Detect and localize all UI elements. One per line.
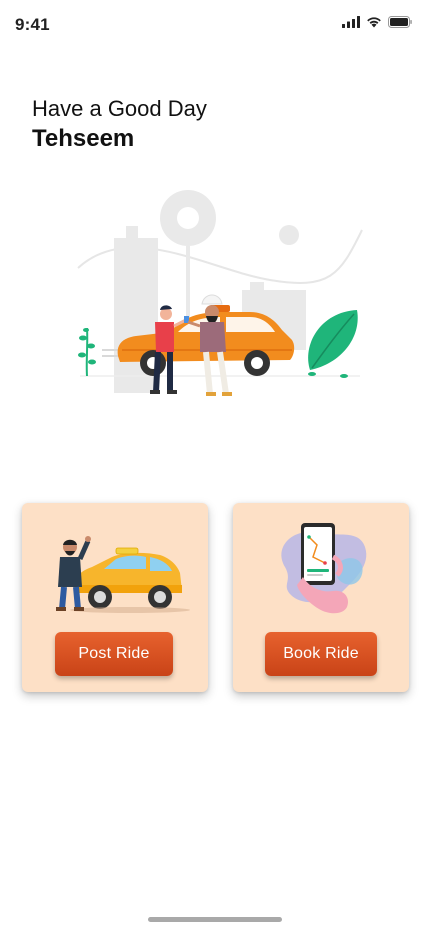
hero-taxi-illustration [77, 190, 363, 396]
wifi-icon [367, 17, 381, 28]
signal-icon [342, 16, 360, 28]
phone-booking-illustration [281, 523, 367, 614]
post-ride-card[interactable]: Post Ride [22, 503, 208, 692]
status-bar: 9:41 [0, 0, 430, 52]
post-ride-button[interactable]: Post Ride [55, 632, 173, 676]
home-indicator[interactable] [148, 917, 282, 922]
taxi-driver-illustration [56, 536, 190, 613]
battery-icon [388, 16, 412, 28]
book-ride-button[interactable]: Book Ride [265, 632, 377, 676]
greeting-text: Have a Good Day [32, 96, 207, 121]
book-ride-card[interactable]: Book Ride [233, 503, 409, 692]
username-text: Tehseem [32, 125, 135, 152]
status-time: 9:41 [15, 15, 50, 34]
status-icons [342, 16, 412, 28]
